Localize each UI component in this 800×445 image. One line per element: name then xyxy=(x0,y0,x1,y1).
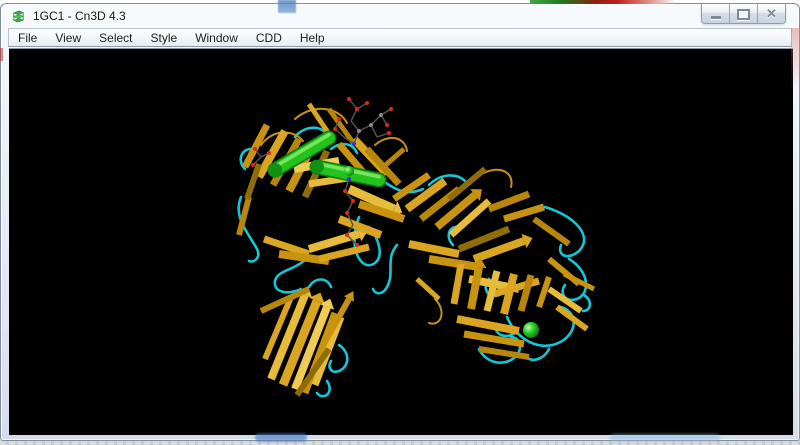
menu-bar: File View Select Style Window CDD Help xyxy=(8,28,792,47)
menu-item-help[interactable]: Help xyxy=(291,29,334,47)
background-window-scrollbar-artifact xyxy=(278,0,296,13)
menu-item-window[interactable]: Window xyxy=(186,29,247,47)
window-controls: ✕ xyxy=(701,4,786,24)
restore-icon xyxy=(737,9,750,20)
minimize-icon xyxy=(711,16,721,19)
close-icon: ✕ xyxy=(766,5,777,22)
menu-item-view[interactable]: View xyxy=(46,29,90,47)
window-title: 1GC1 - Cn3D 4.3 xyxy=(33,9,126,23)
minimize-button[interactable] xyxy=(702,4,730,23)
glass-border-reflection xyxy=(610,434,720,442)
menu-item-cdd[interactable]: CDD xyxy=(247,29,291,47)
glass-border-reflection xyxy=(255,433,307,442)
background-window-artifact xyxy=(0,48,3,61)
close-button[interactable]: ✕ xyxy=(758,4,785,23)
title-bar[interactable]: 1GC1 - Cn3D 4.3 xyxy=(1,4,799,28)
restore-button[interactable] xyxy=(730,4,758,23)
protein-structure-render xyxy=(9,49,793,435)
background-window-artifact xyxy=(530,0,676,4)
background-window-artifact xyxy=(791,28,800,90)
cn3d-app-icon xyxy=(11,9,26,24)
menu-item-file[interactable]: File xyxy=(9,29,46,47)
menu-item-style[interactable]: Style xyxy=(142,29,187,47)
menu-item-select[interactable]: Select xyxy=(90,29,141,47)
structure-viewport[interactable] xyxy=(9,48,793,435)
cn3d-window: 1GC1 - Cn3D 4.3 ✕ File View Select Style… xyxy=(0,3,800,441)
